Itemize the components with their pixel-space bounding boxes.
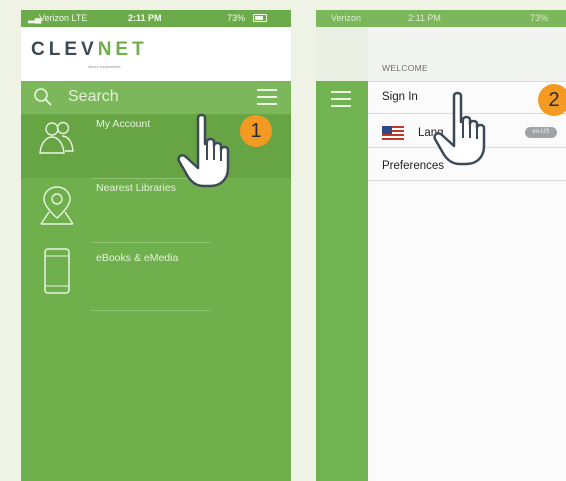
header: CLEVNET library cooperative: [21, 27, 291, 81]
battery-percent: 73%: [227, 13, 246, 23]
logo-tagline: library cooperative: [88, 64, 121, 69]
search-bar[interactable]: Search: [21, 81, 291, 114]
drawer-section-title: WELCOME: [382, 63, 429, 73]
search-icon[interactable]: [33, 87, 53, 107]
divider: [91, 310, 211, 311]
tutorial-figure: ▂▄ Verizon LTE 2:11 PM 73% CLEVNET libra…: [0, 0, 566, 481]
menu-item-nearest-libraries[interactable]: Nearest Libraries: [21, 178, 291, 242]
menu-item-ebooks-emedia[interactable]: eBooks & eMedia: [21, 242, 291, 302]
divider: [368, 180, 566, 181]
left-phone-screen: ▂▄ Verizon LTE 2:11 PM 73% CLEVNET libra…: [21, 10, 291, 481]
clevnet-logo: CLEVNET: [31, 39, 148, 60]
hamburger-menu-icon[interactable]: [257, 89, 277, 105]
battery-icon: [253, 14, 267, 22]
us-flag-icon: [382, 126, 404, 140]
map-pin-icon: [40, 186, 74, 225]
search-label: Search: [68, 88, 119, 105]
step-badge: 1: [240, 115, 272, 147]
people-icon: [39, 121, 74, 154]
menu-item-label: eBooks & eMedia: [96, 252, 179, 264]
carrier-label: Verizon LTE: [39, 13, 88, 23]
step-badge: 2: [538, 84, 566, 116]
tap-hand-icon: [177, 113, 230, 188]
menu-item-label: Nearest Libraries: [96, 182, 176, 194]
clock: 2:11 PM: [128, 13, 162, 23]
tap-hand-icon: [433, 91, 486, 166]
status-bar: ▂▄ Verizon LTE 2:11 PM 73%: [21, 10, 291, 27]
phone-icon: [44, 248, 70, 294]
sign-in-menu-item[interactable]: Sign In: [382, 91, 418, 103]
menu-item-label: My Account: [96, 118, 151, 130]
divider: [368, 81, 566, 82]
language-value-badge: en-US: [525, 127, 557, 138]
side-drawer: WELCOME Sign In Lang en-US Preferences: [316, 10, 566, 481]
